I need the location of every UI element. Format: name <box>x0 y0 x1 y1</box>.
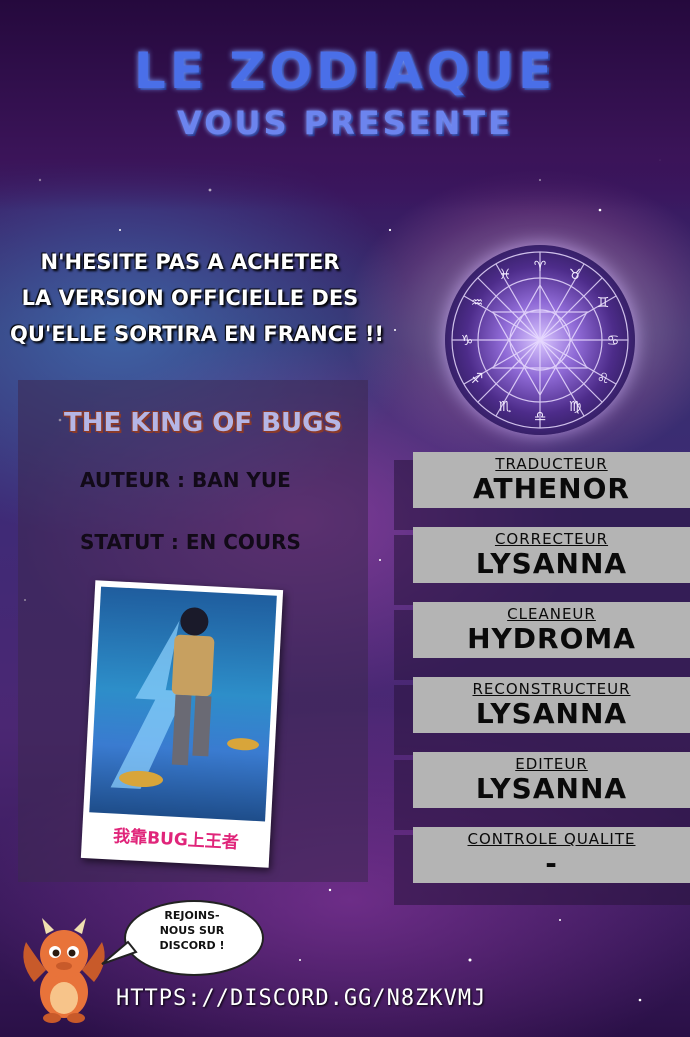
svg-text:♉: ♉ <box>569 267 582 283</box>
credit-quality-control: CONTROLE QUALITE - <box>413 827 690 883</box>
group-subtitle: VOUS PRESENTE <box>177 104 513 142</box>
author-line: AUTEUR : BAN YUE <box>80 468 291 492</box>
credit-name: LYSANNA <box>475 772 628 805</box>
credit-name: HYDROMA <box>467 622 636 655</box>
speech-bubble-text: REJOINS- NOUS SUR DISCORD ! <box>124 908 260 953</box>
credit-rebuilder: RECONSTRUCTEUR LYSANNA <box>413 677 690 733</box>
credit-role: CONTROLE QUALITE <box>467 830 636 848</box>
credit-translator: TRADUCTEUR ATHENOR <box>413 452 690 508</box>
credit-name: LYSANNA <box>475 697 628 730</box>
manga-cover: 我靠BUG上王者 <box>80 580 284 868</box>
svg-text:♓: ♓ <box>499 267 512 283</box>
zodiac-wheel-icon: ♈ ♉ ♊ ♋ ♌ ♍ ♎ ♏ ♐ ♑ ♒ ♓ <box>445 245 635 435</box>
credit-role: CLEANEUR <box>507 605 596 623</box>
credit-role: CORRECTEUR <box>494 530 609 548</box>
dragon-mascot-icon <box>16 912 112 1024</box>
svg-text:♊: ♊ <box>597 295 610 311</box>
svg-text:♏: ♏ <box>499 399 512 415</box>
credit-role: TRADUCTEUR <box>495 455 608 473</box>
manga-title: THE KING OF BUGS <box>64 408 343 438</box>
discord-link[interactable]: HTTPS://DISCORD.GG/N8ZKVMJ <box>116 986 486 1011</box>
svg-text:♌: ♌ <box>597 371 610 387</box>
svg-text:♋: ♋ <box>607 333 620 349</box>
purchase-notice: N'HESITE PAS A ACHETER LA VERSION OFFICI… <box>10 244 384 352</box>
credit-role: RECONSTRUCTEUR <box>472 680 631 698</box>
credit-editor: EDITEUR LYSANNA <box>413 752 690 808</box>
credit-name: LYSANNA <box>475 547 628 580</box>
svg-text:♍: ♍ <box>569 399 582 415</box>
bubble-line: NOUS SUR <box>159 924 225 937</box>
bubble-line: REJOINS- <box>164 909 220 922</box>
svg-text:♒: ♒ <box>471 295 484 311</box>
notice-line: N'HESITE PAS A ACHETER <box>40 250 340 274</box>
credit-name: ATHENOR <box>473 472 630 505</box>
cover-logo: 我靠BUG上王者 <box>112 826 240 854</box>
group-title: LE ZODIAQUE <box>133 42 557 100</box>
credit-proofreader: CORRECTEUR LYSANNA <box>413 527 690 583</box>
svg-text:♈: ♈ <box>534 259 547 275</box>
svg-text:♑: ♑ <box>461 333 474 349</box>
notice-line: QU'ELLE SORTIRA EN FRANCE !! <box>10 322 384 346</box>
credit-role: EDITEUR <box>515 755 588 773</box>
notice-line: LA VERSION OFFICIELLE DES <box>21 286 359 310</box>
svg-text:♎: ♎ <box>534 409 547 425</box>
credit-name: - <box>545 847 558 880</box>
svg-text:♐: ♐ <box>471 371 484 387</box>
bubble-line: DISCORD ! <box>159 939 225 952</box>
cover-art <box>89 586 277 822</box>
credit-cleaner: CLEANEUR HYDROMA <box>413 602 690 658</box>
status-line: STATUT : EN COURS <box>80 530 301 554</box>
